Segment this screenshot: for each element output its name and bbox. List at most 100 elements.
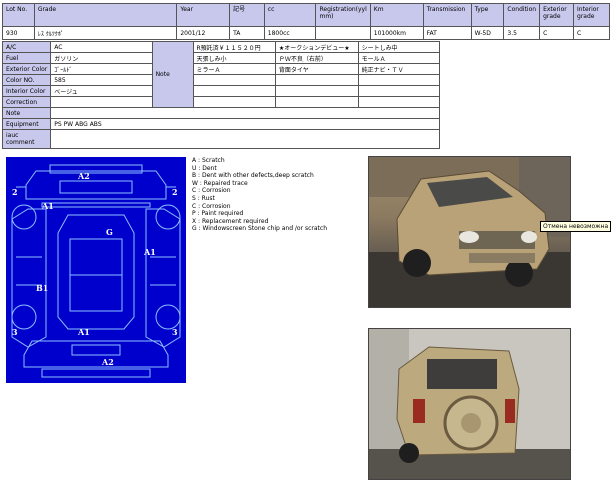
value-cell: 930 bbox=[2, 26, 35, 40]
note-cell: R預託済￥１１５２０円 bbox=[192, 41, 276, 53]
detail-value bbox=[50, 129, 440, 149]
legend-item: W : Repaired trace bbox=[192, 179, 248, 187]
vehicle-details-table: A/C AC Note R預託済￥１１５２０円 ★オークションデビュー★ シート… bbox=[1, 41, 441, 149]
car-front-photo[interactable] bbox=[368, 156, 571, 308]
legend-item: B : Dent with other defects,deep scratch bbox=[192, 172, 314, 180]
detail-row: Exterior Color ｺﾞｰﾙﾄﾞ ミラーＡ 背面タイヤ 純正ナビ・ＴＶ bbox=[1, 63, 441, 75]
detail-value: 585 bbox=[50, 74, 153, 86]
legend-item: A : Scratch bbox=[192, 157, 225, 164]
value-cell: 101000km bbox=[369, 26, 424, 40]
value-cell: FAT bbox=[422, 26, 472, 40]
detail-value: PS PW ABG ABS bbox=[50, 118, 440, 130]
diagram-label: A1 bbox=[77, 327, 90, 337]
car-outline-diagram: A2 A1 2 2 G A1 B1 3 3 A1 A2 bbox=[11, 164, 181, 378]
legend-item: X : Replacement required bbox=[192, 217, 269, 225]
diagram-label: 3 bbox=[172, 327, 178, 337]
vehicle-summary-table: Lot No. Grade Year 記号 cc Registration(yy… bbox=[2, 3, 610, 40]
diagram-label: 2 bbox=[12, 187, 18, 197]
note-cell bbox=[274, 74, 359, 86]
header-cell: 記号 bbox=[229, 3, 265, 27]
detail-value: ベージュ bbox=[50, 85, 153, 97]
summary-value-row: 930 ﾚｽ ｸﾙﾂｸﾎﾟ 2001/12 TA 1800cc 101000km… bbox=[2, 26, 610, 40]
value-cell: ﾚｽ ｸﾙﾂｸﾎﾟ bbox=[33, 26, 178, 40]
car-front-illustration bbox=[369, 157, 570, 307]
legend-item: C : Corrosion bbox=[192, 187, 231, 195]
detail-label: Note bbox=[1, 107, 52, 119]
header-cell: Type bbox=[470, 3, 505, 27]
header-cell: Lot No. bbox=[2, 3, 35, 27]
note-cell bbox=[192, 74, 276, 86]
diagram-label: 3 bbox=[12, 327, 18, 337]
value-cell: C bbox=[573, 26, 610, 40]
detail-row: Note bbox=[1, 107, 440, 119]
note-cell: ＰＷ不良（右前） bbox=[274, 52, 359, 64]
diagram-label: A2 bbox=[101, 357, 114, 367]
damage-legend: A : Scratch U : Dent B : Dent with other… bbox=[192, 157, 327, 233]
note-label: Note bbox=[151, 41, 194, 108]
value-cell: TA bbox=[229, 26, 265, 40]
detail-value bbox=[50, 96, 153, 108]
header-cell: Transmission bbox=[422, 3, 472, 27]
car-rear-illustration bbox=[369, 329, 570, 479]
detail-label: Exterior Color bbox=[1, 63, 52, 75]
detail-label: Correction bbox=[1, 96, 52, 108]
note-cell bbox=[357, 96, 441, 108]
header-cell: Registration(yyl mm) bbox=[315, 3, 371, 27]
value-cell: 2001/12 bbox=[176, 26, 231, 40]
note-cell: モールＡ bbox=[357, 52, 441, 64]
status-tooltip: Отмена невозможна bbox=[540, 221, 612, 232]
note-cell bbox=[192, 85, 276, 97]
note-cell: シートしみ中 bbox=[357, 41, 441, 53]
detail-row: Color NO. 585 bbox=[1, 74, 441, 86]
note-cell: ミラーＡ bbox=[192, 63, 276, 75]
note-cell: ★オークションデビュー★ bbox=[274, 41, 359, 53]
diagram-label: A2 bbox=[77, 171, 90, 181]
header-cell: Exterior grade bbox=[539, 3, 575, 27]
note-cell: 天張しみ小 bbox=[192, 52, 276, 64]
detail-row: Interior Color ベージュ bbox=[1, 85, 441, 97]
diagram-label: 2 bbox=[172, 187, 178, 197]
header-cell: cc bbox=[263, 3, 317, 27]
inspection-diagram: A2 A1 2 2 G A1 B1 3 3 A1 A2 bbox=[6, 157, 186, 383]
diagram-label: A1 bbox=[143, 247, 156, 257]
diagram-label: G bbox=[106, 227, 113, 237]
legend-item: P : Paint required bbox=[192, 210, 244, 218]
note-cell bbox=[274, 85, 359, 97]
car-rear-photo[interactable] bbox=[368, 328, 571, 480]
detail-value: ガソリン bbox=[50, 52, 153, 64]
note-cell bbox=[192, 96, 276, 108]
detail-value: ｺﾞｰﾙﾄﾞ bbox=[50, 63, 153, 75]
note-cell: 背面タイヤ bbox=[274, 63, 359, 75]
legend-item: C : Corrosion bbox=[192, 202, 231, 210]
note-cell bbox=[274, 96, 359, 108]
detail-row: Correction bbox=[1, 96, 441, 108]
summary-header-row: Lot No. Grade Year 記号 cc Registration(yy… bbox=[2, 3, 610, 27]
diagram-label: B1 bbox=[36, 283, 48, 293]
legend-item: S : Rust bbox=[192, 194, 215, 202]
header-cell: Condition bbox=[503, 3, 541, 27]
detail-value: AC bbox=[50, 41, 153, 53]
detail-row: Fuel ガソリン 天張しみ小 ＰＷ不良（右前） モールＡ bbox=[1, 52, 441, 64]
detail-label: A/C bbox=[1, 41, 52, 53]
detail-value bbox=[50, 107, 440, 119]
value-cell: W-5D bbox=[470, 26, 505, 40]
detail-label: Interior Color bbox=[1, 85, 52, 97]
detail-label: Equipment bbox=[1, 118, 52, 130]
legend-item: G : Windowscreen Stone chip and /or scra… bbox=[192, 225, 327, 233]
header-cell: Interior grade bbox=[573, 3, 610, 27]
detail-label: Color NO. bbox=[1, 74, 52, 86]
note-cell bbox=[357, 74, 441, 86]
value-cell: 3.5 bbox=[503, 26, 541, 40]
note-cell bbox=[357, 85, 441, 97]
value-cell: C bbox=[539, 26, 575, 40]
detail-label: iauc comment bbox=[1, 129, 52, 149]
value-cell bbox=[315, 26, 371, 40]
note-cell: 純正ナビ・ＴＶ bbox=[357, 63, 441, 75]
detail-row: iauc comment bbox=[1, 129, 440, 149]
detail-row: A/C AC Note R預託済￥１１５２０円 ★オークションデビュー★ シート… bbox=[1, 41, 441, 108]
detail-row: Equipment PS PW ABG ABS bbox=[1, 118, 440, 130]
header-cell: Year bbox=[176, 3, 231, 27]
value-cell: 1800cc bbox=[263, 26, 317, 40]
header-cell: Km bbox=[369, 3, 424, 27]
detail-label: Fuel bbox=[1, 52, 52, 64]
